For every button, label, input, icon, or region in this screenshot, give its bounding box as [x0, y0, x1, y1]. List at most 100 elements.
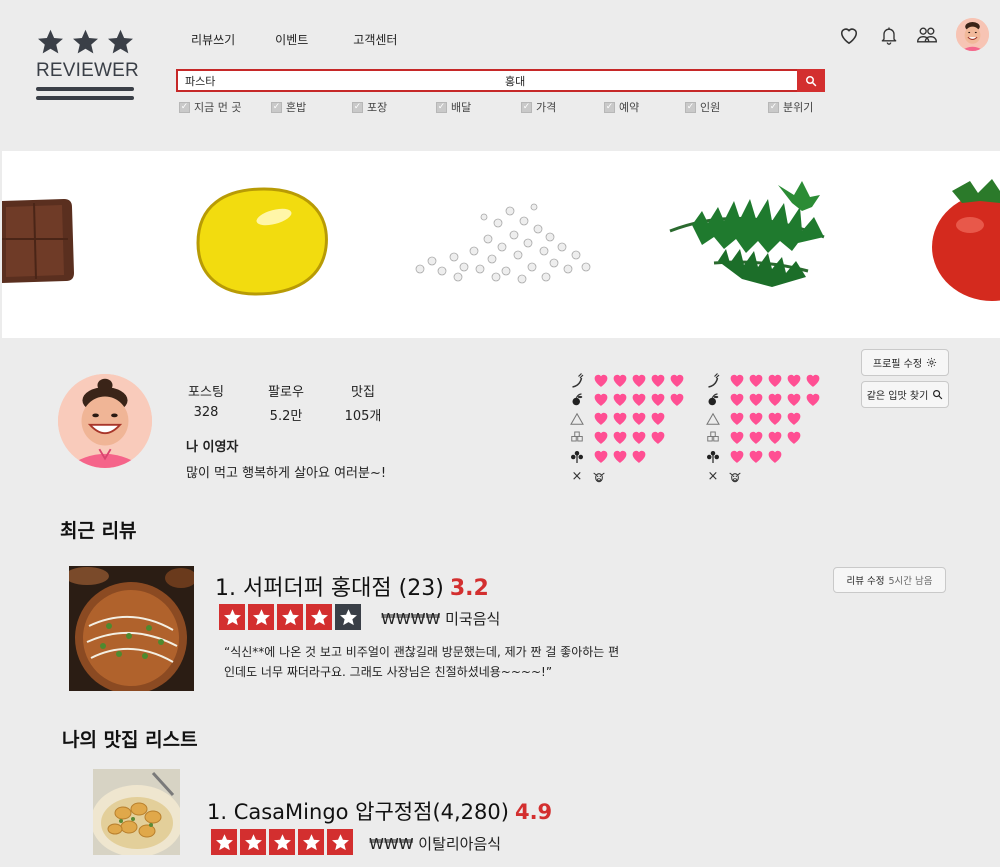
- olive-icon: [566, 390, 588, 409]
- price-level: ₩₩₩₩: [381, 610, 441, 628]
- profile-stats: 포스팅 328 팔로우 5.2만 맛집 105개: [178, 381, 408, 424]
- taste-row: [702, 428, 803, 447]
- cow-icon: [724, 467, 746, 486]
- favorite-title[interactable]: 1. CasaMingo 압구정점(4,280) 4.9: [207, 796, 552, 826]
- filter-option[interactable]: ✓ 가격: [521, 99, 556, 115]
- star-filled: [277, 604, 303, 630]
- pepper-icon: [702, 371, 724, 390]
- profile-avatar[interactable]: [58, 374, 152, 468]
- salt-icon: [566, 409, 588, 428]
- heart-icon: [613, 450, 627, 463]
- filter-option[interactable]: ✓ 인원: [685, 99, 720, 115]
- taste-level: [728, 391, 822, 408]
- star-filled: [248, 604, 274, 630]
- review-title[interactable]: 1. 서퍼더퍼 홍대점 (23) 3.2: [215, 570, 489, 602]
- heart-icon: [594, 374, 608, 387]
- find-similar-taste-button[interactable]: 같은 입맛 찾기: [861, 381, 949, 408]
- search-icon: [933, 390, 943, 400]
- taste-row: [702, 447, 784, 466]
- tomato-icon: [932, 179, 1000, 301]
- checkbox[interactable]: ✓: [768, 101, 779, 113]
- review-text-line: 인데도 너무 짜더라구요. 그래도 사장님은 친절하셨네용~~~~!”: [224, 665, 553, 679]
- heart-icon: [787, 412, 801, 425]
- taste-row: [566, 428, 667, 447]
- avatar-image: [956, 18, 989, 51]
- friends-icon[interactable]: [916, 25, 938, 45]
- stat-restaurants[interactable]: 맛집 105개: [335, 381, 391, 424]
- checkbox[interactable]: ✓: [436, 101, 447, 113]
- review-price-category: ₩₩₩₩ 미국음식: [381, 608, 500, 629]
- salt-icon: [415, 203, 591, 284]
- filter-option[interactable]: ✓ 분위기: [768, 99, 813, 115]
- checkbox[interactable]: ✓: [521, 101, 532, 113]
- heart-icon: [632, 393, 646, 406]
- taste-row: [702, 371, 822, 390]
- star-filled: [219, 604, 245, 630]
- heart-icon[interactable]: [838, 25, 860, 45]
- search-icon: [806, 75, 817, 86]
- filter-option[interactable]: ✓ 배달: [436, 99, 471, 115]
- nav-events[interactable]: 이벤트: [275, 31, 308, 48]
- star-icon: [223, 608, 241, 625]
- review-thumbnail[interactable]: [69, 566, 194, 691]
- star-icon: [339, 608, 357, 625]
- edit-profile-button[interactable]: 프로필 수정: [861, 349, 949, 376]
- stat-label: 맛집: [351, 385, 375, 400]
- hero-banner[interactable]: [2, 151, 1000, 338]
- profile-name: 나 이영자: [186, 440, 239, 455]
- heart-icon: [787, 374, 801, 387]
- logo[interactable]: REVIEWER: [36, 28, 139, 100]
- banner-illustration: [2, 179, 1000, 301]
- taste-level: [728, 448, 784, 465]
- heart-icon: [768, 450, 782, 463]
- checkbox[interactable]: ✓: [352, 101, 363, 113]
- filter-option[interactable]: ✓ 예약: [604, 99, 639, 115]
- favorite-thumbnail[interactable]: [93, 769, 180, 855]
- filter-bar: ✓ 지금 먼 곳 ✓ 혼밥 ✓ 포장 ✓ 배달 ✓ 가격 ✓ 예약 ✓ 인원 ✓ 분위기: [179, 99, 839, 115]
- stat-posts[interactable]: 포스팅 328: [178, 381, 234, 420]
- bell-icon[interactable]: [879, 25, 899, 45]
- heart-icon: [670, 374, 684, 387]
- star-filled: [269, 829, 295, 855]
- nav-support[interactable]: 고객센터: [353, 31, 397, 48]
- filter-option[interactable]: ✓ 지금 먼 곳: [179, 99, 241, 115]
- star-icon: [273, 833, 291, 850]
- taste-row: [566, 447, 648, 466]
- taste-level: [728, 372, 822, 389]
- chocolate-icon: [2, 199, 74, 283]
- search-button[interactable]: [797, 69, 825, 92]
- avatar[interactable]: [956, 18, 989, 51]
- button-label: 리뷰 수정: [846, 576, 885, 587]
- heart-icon: [749, 393, 763, 406]
- button-label: 프로필 수정: [872, 359, 923, 370]
- taste-dislike-row: ×: [702, 467, 746, 486]
- taste-level: [592, 448, 648, 465]
- checkbox[interactable]: ✓: [685, 101, 696, 113]
- sugar-icon: [702, 428, 724, 447]
- search-keyword-input[interactable]: [185, 72, 385, 90]
- taste-row: [702, 390, 822, 409]
- nav-write-review[interactable]: 리뷰쓰기: [191, 31, 235, 48]
- herb-icon: [566, 447, 588, 466]
- heart-icon: [613, 431, 627, 444]
- stat-followers[interactable]: 팔로우 5.2만: [258, 381, 314, 424]
- filter-option[interactable]: ✓ 혼밥: [271, 99, 306, 115]
- checkbox[interactable]: ✓: [179, 101, 190, 113]
- taste-dislike-row: ×: [566, 467, 610, 486]
- filter-option[interactable]: ✓ 포장: [352, 99, 387, 115]
- edit-review-button[interactable]: 리뷰 수정 5시간 남음: [833, 567, 946, 593]
- star-icon: [281, 608, 299, 625]
- stat-label: 포스팅: [188, 385, 224, 400]
- checkbox[interactable]: ✓: [271, 101, 282, 113]
- review-name: 1. 서퍼더퍼 홍대점 (23): [215, 576, 444, 601]
- gear-icon: [927, 357, 937, 368]
- heart-icon: [749, 431, 763, 444]
- search-location-input[interactable]: [505, 72, 705, 90]
- heart-icon: [768, 412, 782, 425]
- checkbox[interactable]: ✓: [604, 101, 615, 113]
- heart-icon: [632, 431, 646, 444]
- heart-icon: [632, 412, 646, 425]
- taste-row: [702, 409, 803, 428]
- header-icons: [836, 18, 991, 54]
- heart-icon: [613, 393, 627, 406]
